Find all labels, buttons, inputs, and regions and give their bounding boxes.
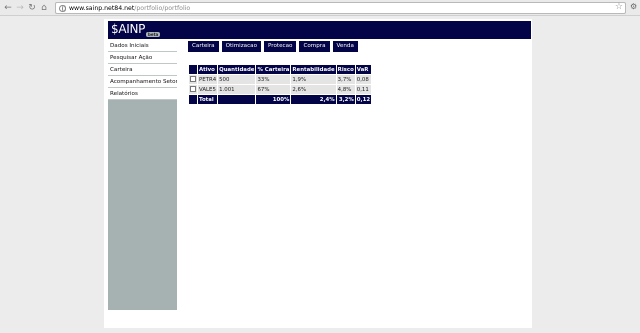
tab-carteira[interactable]: Carteira [188, 41, 219, 52]
carteira-cell: 67% [255, 84, 292, 95]
column-header-ativo: Ativo [196, 64, 219, 75]
url-host: www.sainp.net84.net [69, 4, 135, 12]
var-cell: 0,08 [354, 74, 373, 85]
sidebar-item-dados-iniciais[interactable]: Dados Iniciais [108, 40, 177, 52]
ativo-cell: VALE5 [196, 84, 219, 95]
page: $AINP beta Dados Iniciais Pesquisar Ação… [104, 19, 532, 328]
sidebar: Dados Iniciais Pesquisar Ação Carteira A… [108, 40, 177, 310]
tab-venda[interactable]: Venda [332, 41, 358, 52]
total-label: Total [196, 94, 219, 105]
risco-cell: 4,8% [335, 84, 356, 95]
forward-arrow-icon[interactable]: → [14, 2, 26, 14]
site-logo[interactable]: $AINP [111, 22, 145, 36]
var-cell: 0,11 [354, 84, 373, 95]
tab-bar: Carteira Otimizacao Protecao Compra Vend… [188, 41, 361, 52]
rentabilidade-cell: 2,6% [290, 84, 337, 95]
column-header-var: VaR [354, 64, 373, 75]
total-rentabilidade-cell: 2,4% [290, 94, 337, 105]
portfolio-table: Ativo Quantidade % Carteira Rentabilidad… [188, 64, 373, 105]
home-icon[interactable]: ⌂ [38, 2, 50, 14]
carteira-cell: 33% [255, 74, 292, 85]
row-select-cell [188, 84, 198, 95]
table-total-row: Total 100% 2,4% 3,2% 0,12 [188, 94, 373, 105]
tab-protecao[interactable]: Protecao [264, 41, 297, 52]
sidebar-item-acompanhamento-setorial[interactable]: Acompanhamento Setorial [108, 76, 177, 88]
address-bar[interactable]: www.sainp.net84.net/portfolio/portfolio … [55, 2, 626, 14]
total-risco-cell: 3,2% [335, 94, 356, 105]
ativo-cell: PETR4 [196, 74, 219, 85]
row-checkbox[interactable] [190, 76, 196, 83]
column-header-carteira: % Carteira [255, 64, 292, 75]
browser-toolbar: ← → ↻ ⌂ www.sainp.net84.net/portfolio/po… [0, 0, 640, 16]
total-carteira-cell: 100% [255, 94, 292, 105]
total-select-cell [188, 94, 198, 105]
select-column-header [188, 64, 198, 75]
column-header-quantidade: Quantidade [217, 64, 257, 75]
table-row: PETR4 500 33% 1,9% 3,7% 0,08 [188, 74, 373, 85]
sidebar-item-pesquisar-acao[interactable]: Pesquisar Ação [108, 52, 177, 64]
url-path: /portfolio/portfolio [134, 4, 191, 12]
risco-cell: 3,7% [335, 74, 356, 85]
table-row: VALE5 1.001 67% 2,6% 4,8% 0,11 [188, 84, 373, 95]
beta-badge: beta [146, 32, 161, 37]
reload-icon[interactable]: ↻ [26, 2, 38, 14]
column-header-risco: Risco [335, 64, 356, 75]
wrench-icon[interactable]: ⚙ [630, 2, 637, 11]
row-select-cell [188, 74, 198, 85]
sidebar-item-relatorios[interactable]: Relatórios [108, 88, 177, 100]
sidebar-item-carteira[interactable]: Carteira [108, 64, 177, 76]
total-quantidade-cell [217, 94, 257, 105]
bookmark-star-icon[interactable]: ☆ [615, 2, 623, 12]
site-header: $AINP beta [108, 21, 531, 39]
row-checkbox[interactable] [190, 86, 196, 93]
tab-otimizacao[interactable]: Otimizacao [221, 41, 262, 52]
column-header-rentabilidade: Rentabilidade [290, 64, 337, 75]
total-var-cell: 0,12 [354, 94, 373, 105]
quantidade-cell: 500 [217, 74, 257, 85]
quantidade-cell: 1.001 [217, 84, 257, 95]
rentabilidade-cell: 1,9% [290, 74, 337, 85]
table-header-row: Ativo Quantidade % Carteira Rentabilidad… [188, 64, 373, 75]
back-arrow-icon[interactable]: ← [2, 2, 14, 14]
globe-icon [59, 4, 66, 12]
tab-compra[interactable]: Compra [299, 41, 330, 52]
